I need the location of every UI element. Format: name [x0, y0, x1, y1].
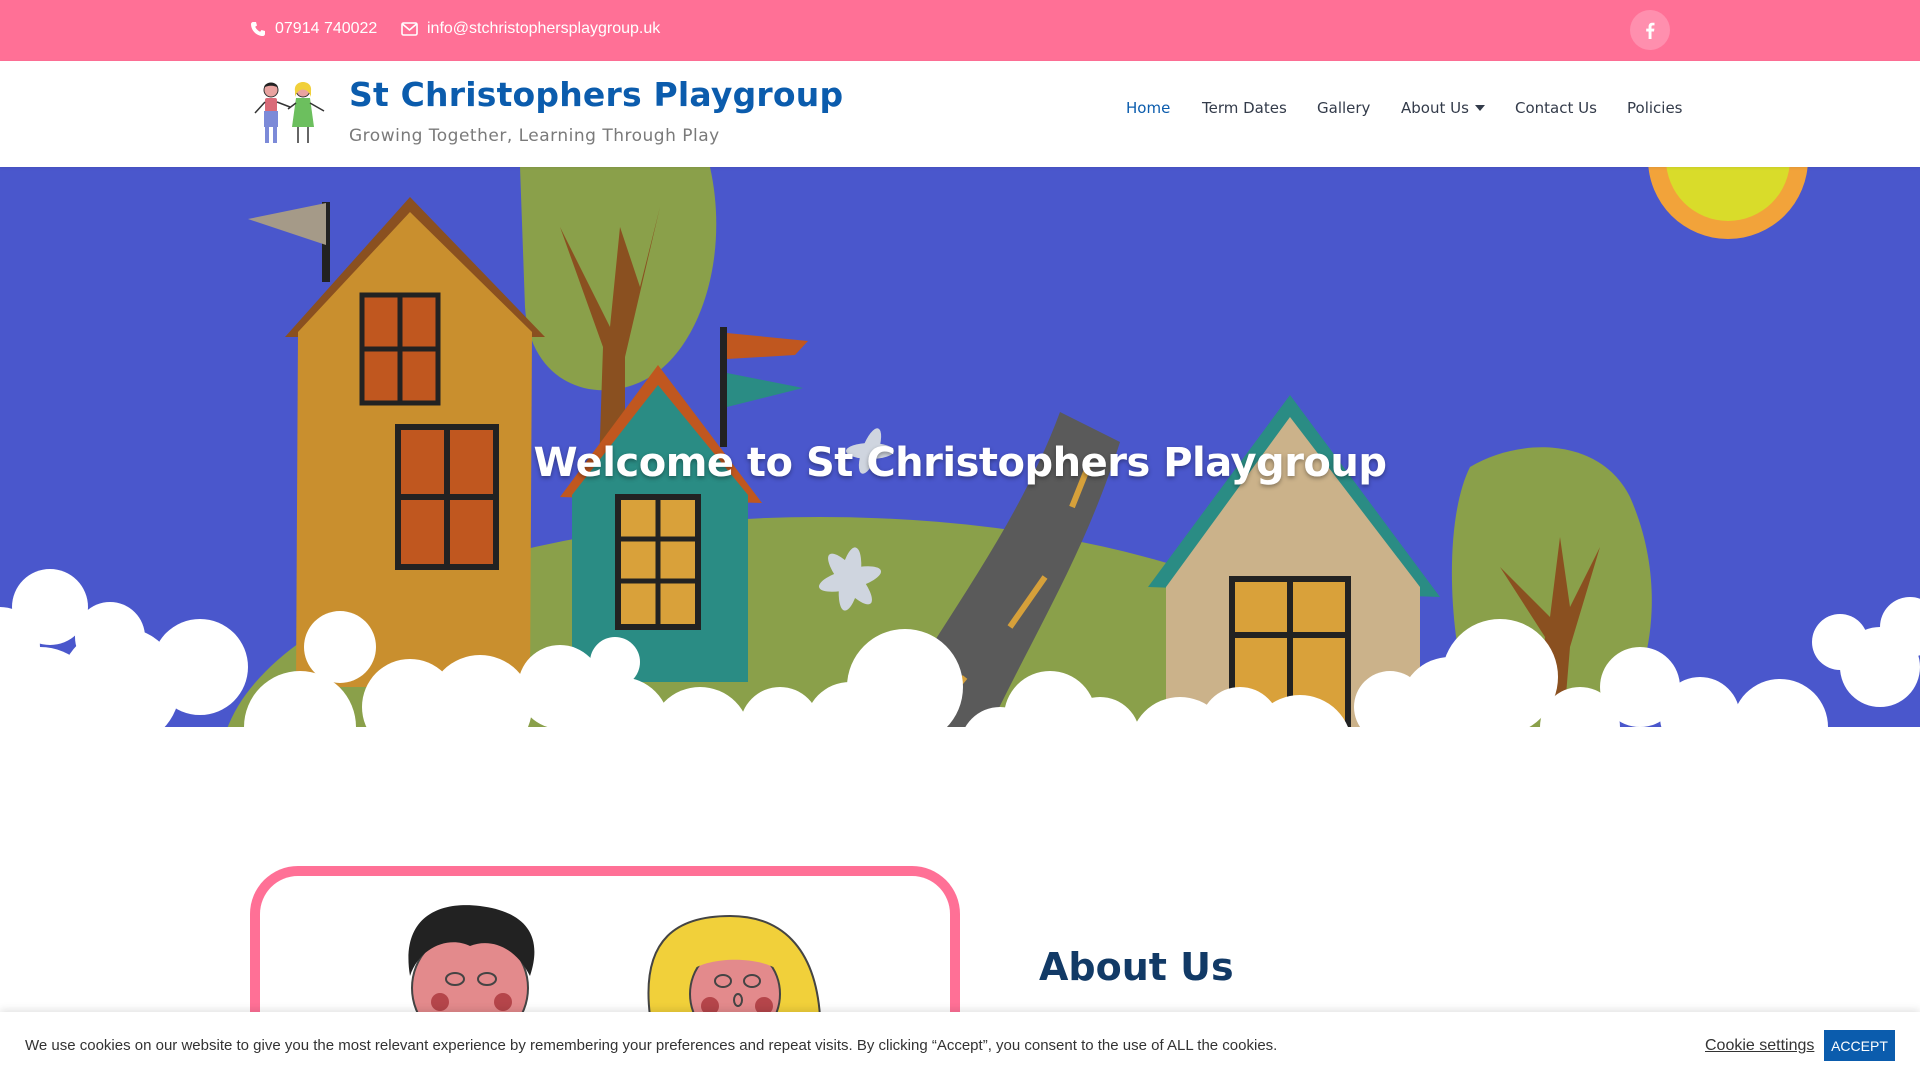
nav-item-about-us-label: About Us [1401, 99, 1469, 117]
email-contact[interactable]: info@stchristophersplaygroup.uk [401, 20, 660, 38]
phone-number: 07914 740022 [275, 20, 378, 37]
nav-item-gallery[interactable]: Gallery [1317, 99, 1370, 117]
about-heading: About Us [1039, 945, 1234, 989]
phone-contact[interactable]: 07914 740022 [250, 20, 377, 38]
cookie-settings-link[interactable]: Cookie settings [1705, 1037, 1814, 1055]
phone-icon [251, 22, 265, 36]
facebook-button[interactable] [1630, 10, 1670, 50]
cookie-message: We use cookies on our website to give yo… [25, 1037, 1278, 1054]
main-nav: Home Term Dates Gallery About Us Contact… [0, 99, 1920, 129]
envelope-icon [401, 22, 418, 36]
nav-item-term-dates[interactable]: Term Dates [1202, 99, 1287, 117]
nav-item-policies[interactable]: Policies [1627, 99, 1682, 117]
hero-banner: Welcome to St Christophers Playgroup [0, 167, 1920, 769]
top-bar: 07914 740022 info@stchristophersplaygrou… [0, 0, 1920, 61]
facebook-icon [1646, 22, 1655, 39]
nav-item-contact-us[interactable]: Contact Us [1515, 99, 1597, 117]
email-address: info@stchristophersplaygroup.uk [427, 20, 661, 37]
site-tagline: Growing Together, Learning Through Play [349, 126, 720, 146]
nav-item-home[interactable]: Home [1126, 99, 1170, 117]
hero-title: Welcome to St Christophers Playgroup [533, 440, 1387, 486]
caret-down-icon [1474, 105, 1485, 111]
nav-item-about-us[interactable]: About Us [1401, 99, 1485, 117]
cookie-consent-bar: We use cookies on our website to give yo… [0, 1012, 1920, 1080]
cookie-accept-button[interactable]: ACCEPT [1824, 1030, 1895, 1061]
children-faces-illustration [408, 905, 822, 1047]
site-header: St Christophers Playgroup Growing Togeth… [0, 61, 1920, 167]
